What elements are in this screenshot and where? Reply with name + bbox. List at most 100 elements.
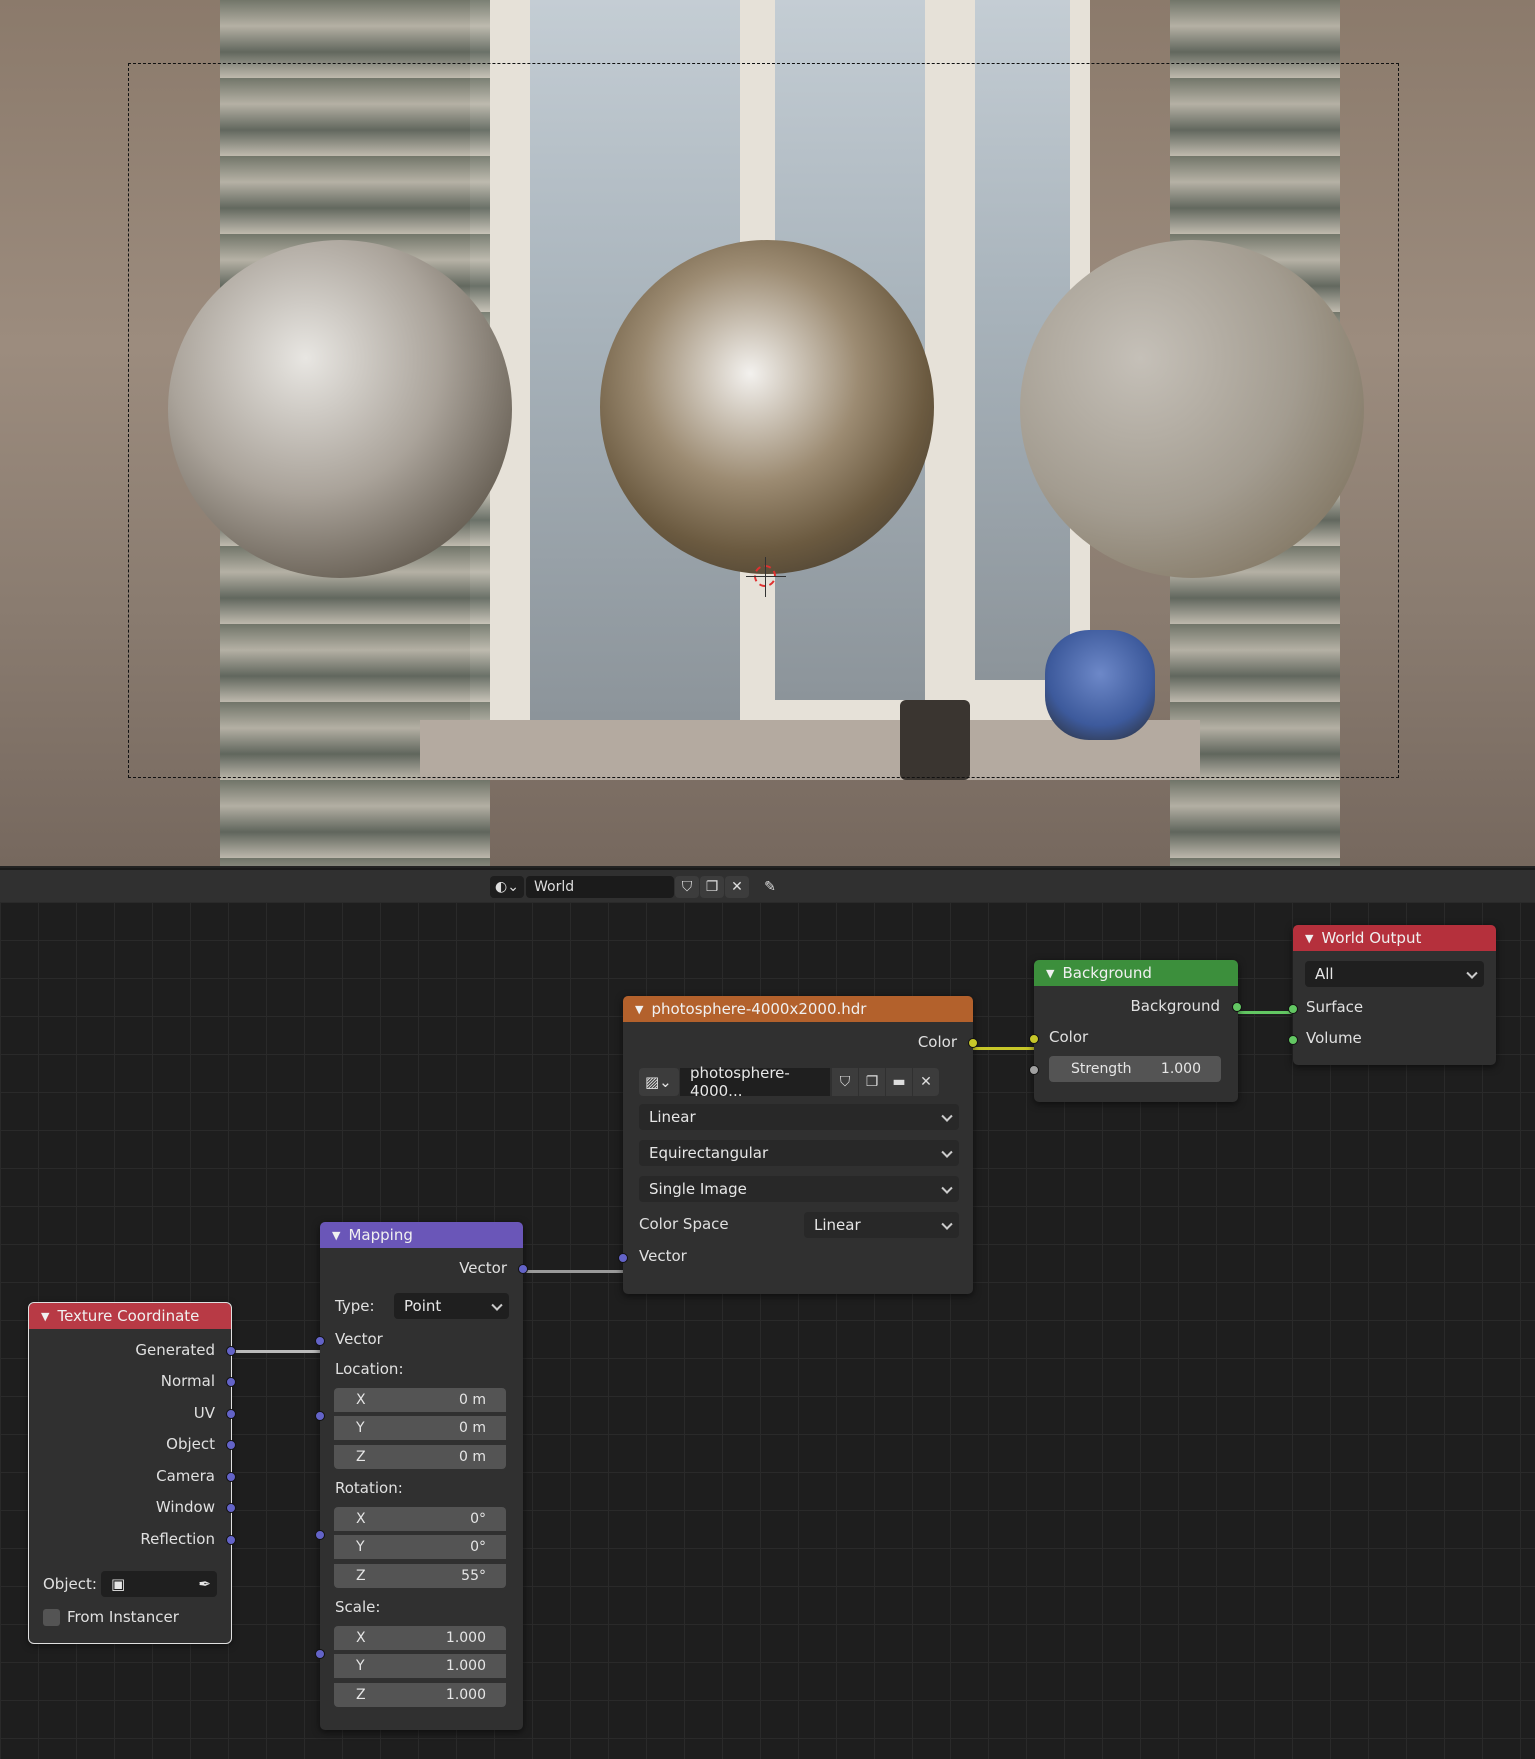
scale-y-field[interactable]: Y 1.000 [334, 1654, 506, 1678]
chevron-down-icon [941, 1110, 953, 1122]
type-label: Type: [335, 1297, 375, 1315]
environment-texture-header[interactable]: ▼ photosphere-4000x2000.hdr [623, 996, 973, 1022]
output-vector-label: Vector [459, 1259, 507, 1277]
eyedropper-icon[interactable]: ✒ [198, 1575, 211, 1593]
input-surface-label: Surface [1306, 998, 1364, 1016]
collapse-triangle-icon[interactable]: ▼ [1046, 967, 1054, 980]
rotation-z-field[interactable]: Z 55° [334, 1564, 506, 1588]
link-background-to-surface [1236, 1011, 1292, 1014]
close-icon[interactable]: ✕ [913, 1068, 939, 1096]
open-folder-icon[interactable]: ▬ [886, 1068, 912, 1096]
socket-input-vector[interactable] [618, 1253, 628, 1263]
output-uv: UV [193, 1404, 215, 1422]
strength-value: 1.000 [1160, 1061, 1201, 1077]
environment-texture-node[interactable]: ▼ photosphere-4000x2000.hdr Color ▨⌄ pho… [618, 996, 978, 1294]
image-name-field[interactable]: photosphere-4000... [680, 1064, 830, 1100]
node-editor-header: ◐⌄ World ⛉ ❐ ✕ ✎ [0, 868, 1535, 902]
node-title: photosphere-4000x2000.hdr [651, 1000, 867, 1018]
background-header[interactable]: ▼ Background [1034, 960, 1238, 986]
duplicate-icon[interactable]: ❐ [859, 1068, 885, 1096]
input-vector-label: Vector [335, 1330, 383, 1348]
collapse-triangle-icon[interactable]: ▼ [332, 1229, 340, 1242]
socket-rotation[interactable] [315, 1530, 325, 1540]
world-output-node[interactable]: ▼ World Output All Surface Volume [1288, 925, 1496, 1065]
scale-label: Scale: [335, 1598, 381, 1616]
background-node[interactable]: ▼ Background Background Color Strength 1… [1029, 960, 1242, 1102]
location-x-field[interactable]: X0 m [334, 1388, 506, 1412]
output-window: Window [155, 1498, 215, 1516]
object-label: Object: [43, 1575, 97, 1593]
node-editor-canvas[interactable]: ▼ Texture Coordinate Generated Normal UV… [0, 902, 1535, 1759]
pin-icon[interactable]: ✎ [758, 876, 782, 898]
socket-output-vector[interactable] [518, 1264, 528, 1274]
color-space-label: Color Space [639, 1215, 729, 1233]
node-title: Mapping [348, 1226, 413, 1244]
texture-coordinate-node[interactable]: ▼ Texture Coordinate Generated Normal UV… [28, 1302, 236, 1644]
scale-x-field[interactable]: X 1.000 [334, 1626, 506, 1650]
world-icon[interactable]: ◐⌄ [490, 876, 524, 898]
color-space-dropdown[interactable]: Linear [804, 1212, 959, 1238]
from-instancer-checkbox[interactable] [43, 1609, 60, 1626]
world-output-header[interactable]: ▼ World Output [1293, 925, 1496, 951]
rotation-label: Rotation: [335, 1479, 403, 1497]
socket-camera[interactable] [226, 1472, 236, 1482]
input-volume-label: Volume [1306, 1029, 1362, 1047]
output-color-label: Color [917, 1033, 957, 1051]
socket-reflection[interactable] [226, 1535, 236, 1545]
fake-user-shield-icon[interactable]: ⛉ [832, 1068, 858, 1096]
socket-generated[interactable] [226, 1346, 236, 1356]
mapping-header[interactable]: ▼ Mapping [320, 1222, 523, 1248]
socket-input-color[interactable] [1029, 1034, 1039, 1044]
close-icon[interactable]: ✕ [725, 876, 749, 898]
interpolation-dropdown[interactable]: Linear [639, 1104, 959, 1130]
socket-input-vector[interactable] [315, 1336, 325, 1346]
strength-field[interactable]: Strength 1.000 [1049, 1056, 1221, 1082]
collapse-triangle-icon[interactable]: ▼ [635, 1003, 643, 1016]
texture-coordinate-header[interactable]: ▼ Texture Coordinate [29, 1303, 231, 1329]
projection-dropdown[interactable]: Equirectangular [639, 1140, 959, 1166]
location-y-field[interactable]: Y0 m [334, 1416, 506, 1440]
output-camera: Camera [156, 1467, 215, 1485]
render-viewport[interactable] [0, 0, 1535, 866]
chevron-down-icon [1466, 967, 1478, 979]
fake-user-shield-icon[interactable]: ⛉ [675, 876, 699, 898]
chevron-down-icon [941, 1146, 953, 1158]
location-z-field[interactable]: Z0 m [334, 1445, 506, 1469]
world-name-field[interactable]: World [526, 876, 674, 898]
socket-input-strength[interactable] [1029, 1065, 1039, 1075]
scale-z-field[interactable]: Z 1.000 [334, 1683, 506, 1707]
socket-normal[interactable] [226, 1377, 236, 1387]
object-box-icon: ▣ [111, 1575, 126, 1593]
socket-output-background[interactable] [1232, 1002, 1242, 1012]
interpolation-value: Linear [649, 1108, 696, 1126]
collapse-triangle-icon[interactable]: ▼ [1305, 932, 1313, 945]
object-picker-field[interactable]: ▣ ✒ [101, 1571, 217, 1597]
chevron-down-icon [941, 1218, 953, 1230]
input-vector-label: Vector [639, 1247, 687, 1265]
3d-cursor-icon[interactable] [746, 557, 786, 597]
socket-location[interactable] [315, 1411, 325, 1421]
mapping-node[interactable]: ▼ Mapping Vector Type: Point Vector Loca… [315, 1222, 528, 1730]
socket-input-volume[interactable] [1288, 1035, 1298, 1045]
collapse-triangle-icon[interactable]: ▼ [41, 1310, 49, 1323]
socket-uv[interactable] [226, 1409, 236, 1419]
socket-scale[interactable] [315, 1649, 325, 1659]
output-object: Object [166, 1435, 215, 1453]
image-browse-button[interactable]: ▨⌄ [639, 1068, 679, 1096]
node-title: World Output [1321, 929, 1422, 947]
socket-window[interactable] [226, 1503, 236, 1513]
input-color-label: Color [1049, 1028, 1089, 1046]
source-dropdown[interactable]: Single Image [639, 1176, 959, 1202]
type-dropdown[interactable]: Point [394, 1293, 509, 1319]
color-space-value: Linear [814, 1216, 861, 1234]
world-name-text: World [534, 879, 575, 895]
duplicate-icon[interactable]: ❐ [700, 876, 724, 898]
socket-output-color[interactable] [968, 1038, 978, 1048]
socket-object[interactable] [226, 1440, 236, 1450]
rotation-y-field[interactable]: Y 0° [334, 1535, 506, 1559]
link-mapping-to-envtex [525, 1270, 625, 1273]
rotation-x-field[interactable]: X 0° [334, 1507, 506, 1531]
socket-input-surface[interactable] [1288, 1004, 1298, 1014]
link-generated-to-mapping [232, 1350, 322, 1353]
target-dropdown[interactable]: All [1305, 961, 1484, 987]
